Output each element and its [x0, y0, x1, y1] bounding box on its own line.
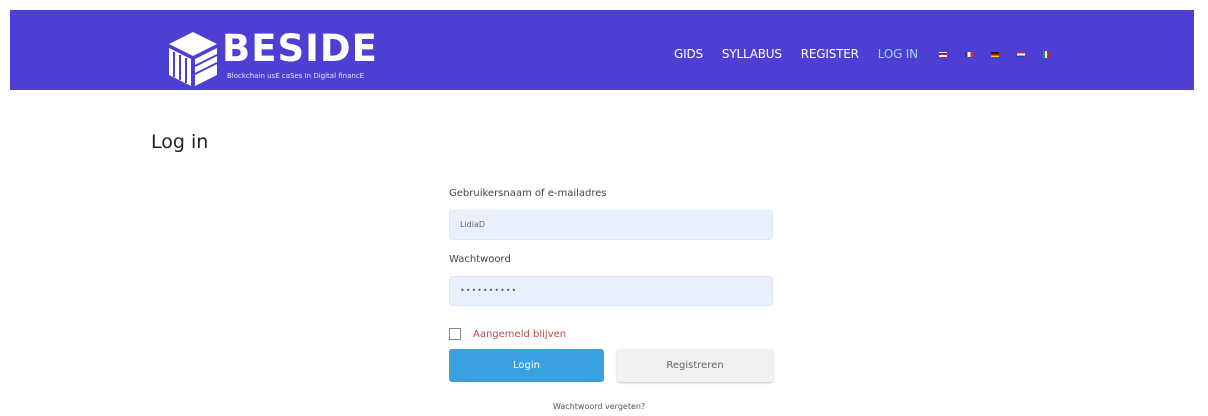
login-button[interactable]: Login — [449, 349, 604, 382]
it-flag-icon[interactable] — [1042, 50, 1049, 58]
password-field[interactable]: •••••••••• — [449, 276, 773, 306]
remember-label[interactable]: Aangemeld blijven — [473, 329, 566, 340]
remember-me[interactable]: Aangemeld blijven — [449, 328, 566, 340]
uk-flag-icon[interactable] — [938, 51, 947, 57]
username-field[interactable]: LidiaD — [449, 210, 773, 240]
cube-logo-icon — [169, 32, 218, 86]
nav-item-syllabus[interactable]: SYLLABUS — [722, 47, 782, 61]
nav-item-login[interactable]: LOG IN — [878, 47, 918, 61]
password-label: Wachtwoord — [449, 254, 511, 265]
fr-flag-icon[interactable] — [964, 51, 973, 57]
brand-tagline: Blockchain usE caSes In Digital financE — [227, 72, 365, 80]
main-nav: GIDS SYLLABUS REGISTER LOG IN — [674, 44, 1067, 64]
language-switcher — [938, 50, 1067, 58]
nl-flag-icon[interactable] — [1016, 51, 1025, 57]
de-flag-icon[interactable] — [990, 51, 999, 57]
forgot-password-link[interactable]: Wachtwoord vergeten? — [553, 402, 645, 411]
username-label: Gebruikersnaam of e-mailadres — [449, 188, 607, 199]
nav-item-register[interactable]: REGISTER — [801, 47, 859, 61]
remember-checkbox[interactable] — [449, 328, 461, 340]
register-button[interactable]: Registreren — [617, 349, 773, 382]
nav-item-gids[interactable]: GIDS — [674, 47, 703, 61]
brand-name: BESIDE — [222, 27, 378, 70]
top-navigation-bar: BESIDE Blockchain usE caSes In Digital f… — [10, 10, 1194, 90]
page-title: Log in — [151, 131, 209, 153]
